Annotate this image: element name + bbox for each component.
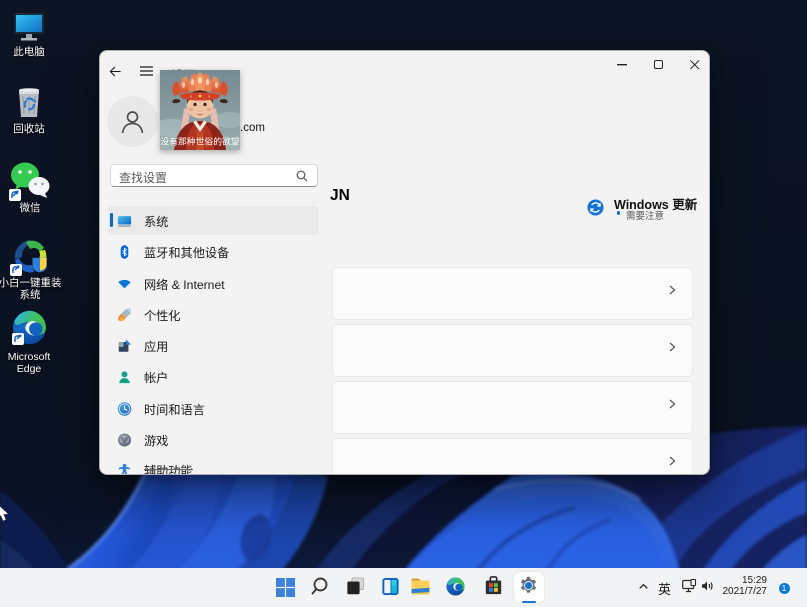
svg-text:没有那种世俗的欲望: 没有那种世俗的欲望 — [160, 136, 239, 147]
